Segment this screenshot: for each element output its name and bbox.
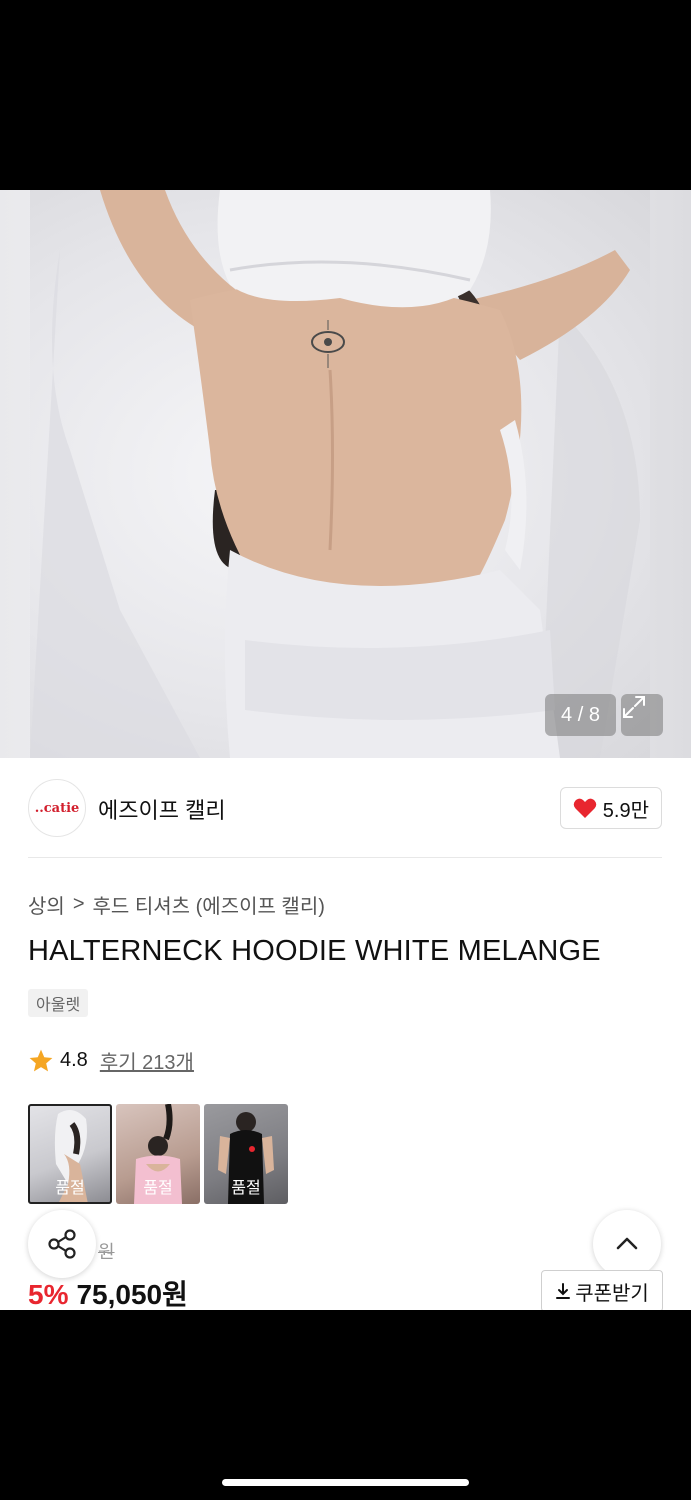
scroll-top-button[interactable]	[593, 1210, 661, 1278]
coupon-button[interactable]: 쿠폰받기	[541, 1270, 663, 1310]
outlet-tag: 아울렛	[28, 989, 89, 1017]
rating-row: 4.8 후기 213개	[28, 1046, 194, 1075]
breadcrumb-separator: >	[72, 893, 85, 915]
sale-price: 75,050원	[76, 1279, 188, 1310]
home-indicator	[222, 1479, 469, 1486]
rating-value: 4.8	[60, 1049, 88, 1071]
like-button[interactable]: 5.9만	[559, 787, 662, 829]
heart-icon	[573, 798, 597, 818]
brand-name[interactable]: 에즈이프 캘리	[98, 793, 226, 825]
soldout-label: 품절	[55, 1180, 85, 1197]
original-price: 원	[98, 1242, 115, 1262]
share-icon	[48, 1229, 76, 1259]
soldout-label: 품절	[231, 1180, 261, 1197]
product-image[interactable]: 4 / 8	[0, 190, 691, 758]
expand-image-button[interactable]	[621, 694, 663, 736]
chevron-up-icon	[616, 1237, 638, 1250]
thumbnail[interactable]: 품절	[28, 1104, 112, 1204]
coupon-label: 쿠폰받기	[575, 1282, 649, 1305]
product-title: HALTERNECK HOODIE WHITE MELANGE	[28, 935, 601, 967]
color-thumbnails: 품절 품절 품절	[28, 1104, 288, 1204]
review-count-link[interactable]: 후기 213개	[100, 1046, 194, 1075]
price-row: 5% 75,050원	[28, 1273, 188, 1310]
expand-icon	[623, 696, 645, 718]
product-screen: 4 / 8 ..catie 에즈이프 캘리 5.9만 상의 > 후드 티셔츠 (…	[0, 190, 691, 1310]
thumbnail[interactable]: 품절	[116, 1104, 200, 1204]
divider	[28, 857, 662, 858]
discount-rate: 5%	[28, 1279, 69, 1310]
thumbnail[interactable]: 품절	[204, 1104, 288, 1204]
model-photo	[30, 190, 640, 758]
breadcrumb-subcategory[interactable]: 후드 티셔츠 (에즈이프 캘리)	[93, 890, 325, 919]
like-count: 5.9만	[602, 799, 649, 822]
image-counter: 4 / 8	[545, 694, 616, 736]
star-icon	[29, 1049, 53, 1071]
brand-logo-text: ..catie	[34, 800, 80, 816]
brand-row: ..catie 에즈이프 캘리 5.9만	[28, 779, 662, 837]
breadcrumb-category[interactable]: 상의	[28, 890, 65, 919]
soldout-label: 품절	[143, 1180, 173, 1197]
share-button[interactable]	[28, 1210, 96, 1278]
brand-logo[interactable]: ..catie	[28, 779, 86, 837]
breadcrumb: 상의 > 후드 티셔츠 (에즈이프 캘리)	[28, 890, 325, 919]
download-icon	[556, 1283, 571, 1299]
